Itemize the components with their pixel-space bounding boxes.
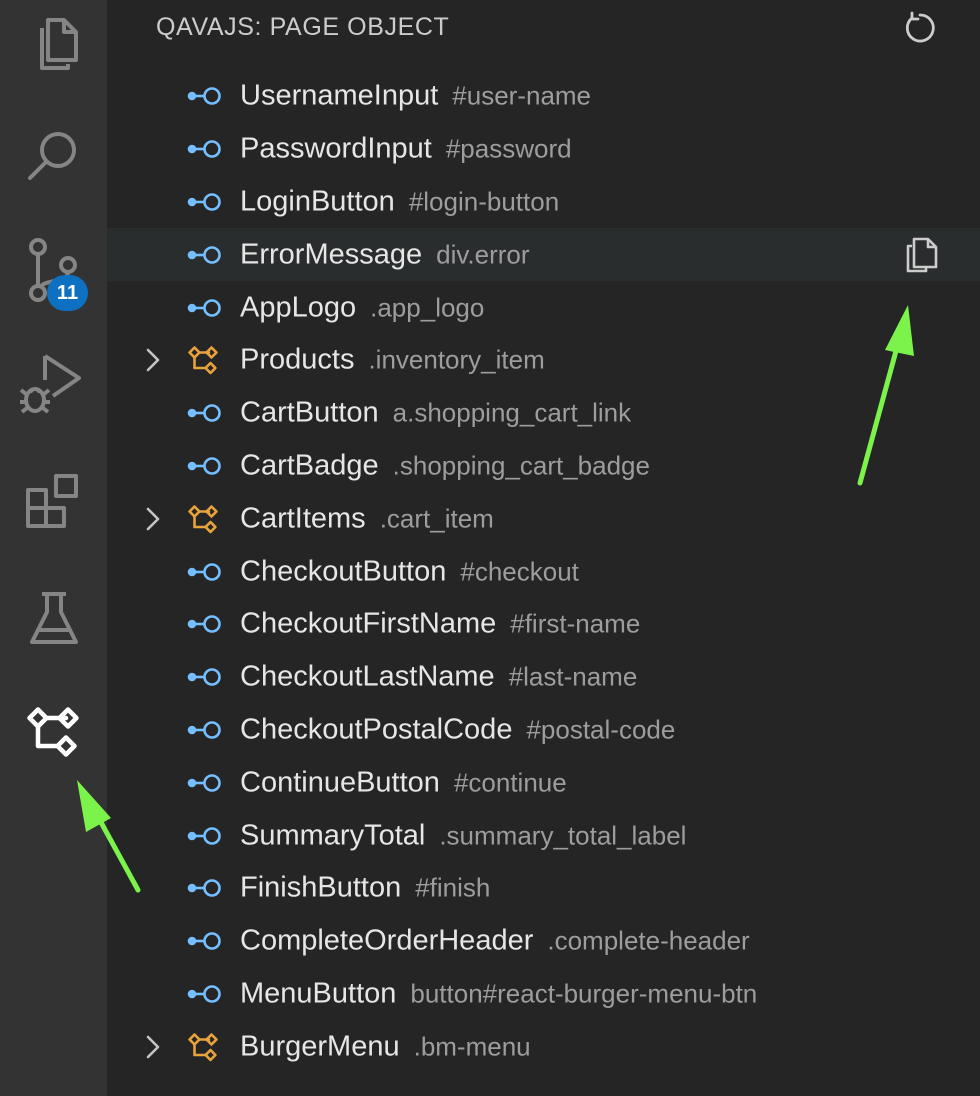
- chevron-right-icon[interactable]: [143, 505, 163, 533]
- element-icon: [187, 188, 223, 216]
- row-name: ErrorMessage: [240, 238, 423, 271]
- row-selector: .app_logo: [370, 292, 485, 323]
- row-name: AppLogo: [240, 291, 357, 324]
- element-icon: [187, 558, 223, 586]
- tree-row[interactable]: CheckoutFirstName #first-name: [107, 598, 980, 651]
- copy-icon: [906, 237, 938, 273]
- run-debug-icon[interactable]: [0, 335, 107, 435]
- row-selector: a.shopping_cart_link: [392, 397, 632, 428]
- row-selector: #login-button: [408, 186, 560, 217]
- explorer-icon[interactable]: [0, 0, 107, 94]
- panel-header: QAVAJS: PAGE OBJECT: [107, 0, 980, 58]
- tree-row[interactable]: PasswordInput #password: [107, 123, 980, 176]
- row-selector: #first-name: [510, 608, 641, 639]
- tree-row[interactable]: ErrorMessage div.error: [107, 228, 980, 282]
- element-icon: [187, 716, 223, 744]
- row-name: CheckoutFirstName: [240, 607, 497, 640]
- page-object-panel: QAVAJS: PAGE OBJECT UsernameInput #user-n…: [107, 0, 980, 1096]
- tree-row[interactable]: BurgerMenu .bm-menu: [107, 1020, 980, 1073]
- element-icon: [187, 82, 223, 110]
- row-name: FinishButton: [240, 871, 402, 904]
- page-object-tree: UsernameInput #user-name PasswordInput #pa…: [107, 70, 980, 1073]
- row-selector: #password: [445, 133, 572, 164]
- row-name: Products: [240, 343, 355, 376]
- tree-row[interactable]: UsernameInput #user-name: [107, 70, 980, 123]
- extensions-icon[interactable]: [0, 452, 107, 552]
- activity-bar: 11: [0, 0, 107, 1096]
- row-name: MenuButton: [240, 977, 397, 1010]
- chevron-right-icon[interactable]: [143, 346, 163, 374]
- row-selector: button#react-burger-menu-btn: [410, 978, 758, 1009]
- row-selector: #last-name: [508, 661, 638, 692]
- row-name: PasswordInput: [240, 132, 432, 165]
- tree-row[interactable]: LoginButton #login-button: [107, 176, 980, 229]
- element-icon: [187, 874, 223, 902]
- search-icon[interactable]: [0, 106, 107, 206]
- element-icon: [187, 452, 223, 480]
- row-selector: #user-name: [452, 80, 592, 111]
- element-icon: [187, 135, 223, 163]
- copy-selector-button[interactable]: [902, 235, 942, 275]
- element-icon: [187, 663, 223, 691]
- tree-row[interactable]: CartItems .cart_item: [107, 492, 980, 545]
- row-name: CartItems: [240, 502, 366, 535]
- row-selector: #finish: [415, 872, 491, 903]
- refresh-button[interactable]: [900, 8, 940, 48]
- row-selector: #continue: [453, 767, 567, 798]
- tree-row[interactable]: AppLogo .app_logo: [107, 281, 980, 334]
- tree-row[interactable]: SummaryTotal .summary_total_label: [107, 809, 980, 862]
- element-icon: [187, 822, 223, 850]
- element-icon: [187, 399, 223, 427]
- component-icon: [187, 505, 223, 534]
- tree-row[interactable]: ContinueButton #continue: [107, 756, 980, 809]
- chevron-right-icon[interactable]: [143, 1033, 163, 1061]
- row-selector: .cart_item: [379, 503, 494, 534]
- qavajs-page-object-icon[interactable]: [0, 684, 107, 784]
- row-name: CompleteOrderHeader: [240, 924, 534, 957]
- row-selector: #checkout: [460, 556, 579, 587]
- row-selector: .summary_total_label: [439, 820, 687, 851]
- element-icon: [187, 980, 223, 1008]
- row-name: SummaryTotal: [240, 819, 426, 852]
- panel-title: QAVAJS: PAGE OBJECT: [156, 13, 450, 41]
- element-icon: [187, 610, 223, 638]
- element-icon: [187, 294, 223, 322]
- tree-row[interactable]: CheckoutButton #checkout: [107, 545, 980, 598]
- row-name: LoginButton: [240, 185, 395, 218]
- tree-row[interactable]: FinishButton #finish: [107, 862, 980, 915]
- element-icon: [187, 927, 223, 955]
- tree-row[interactable]: Products .inventory_item: [107, 334, 980, 387]
- row-selector: .shopping_cart_badge: [392, 450, 650, 481]
- row-selector: div.error: [436, 239, 530, 270]
- tree-row[interactable]: CartButton a.shopping_cart_link: [107, 387, 980, 440]
- row-name: ContinueButton: [240, 766, 440, 799]
- row-name: UsernameInput: [240, 79, 439, 112]
- tree-row[interactable]: CheckoutPostalCode #postal-code: [107, 704, 980, 757]
- element-icon: [187, 241, 223, 269]
- row-name: CheckoutLastName: [240, 660, 495, 693]
- source-control-badge: 11: [47, 275, 88, 311]
- row-selector: #postal-code: [526, 714, 676, 745]
- component-icon: [187, 1032, 223, 1061]
- row-name: CheckoutButton: [240, 555, 447, 588]
- tree-row[interactable]: CompleteOrderHeader .complete-header: [107, 915, 980, 968]
- row-selector: .complete-header: [547, 925, 750, 956]
- row-name: CartButton: [240, 396, 379, 429]
- row-name: CheckoutPostalCode: [240, 713, 513, 746]
- refresh-icon: [905, 11, 935, 43]
- component-icon: [187, 346, 223, 375]
- tree-row[interactable]: MenuButton button#react-burger-menu-btn: [107, 968, 980, 1021]
- testing-icon[interactable]: [0, 570, 107, 670]
- element-icon: [187, 769, 223, 797]
- row-selector: .bm-menu: [413, 1031, 531, 1062]
- row-selector: .inventory_item: [368, 344, 545, 375]
- tree-row[interactable]: CartBadge .shopping_cart_badge: [107, 440, 980, 493]
- row-name: CartBadge: [240, 449, 379, 482]
- tree-row[interactable]: CheckoutLastName #last-name: [107, 651, 980, 704]
- row-name: BurgerMenu: [240, 1030, 400, 1063]
